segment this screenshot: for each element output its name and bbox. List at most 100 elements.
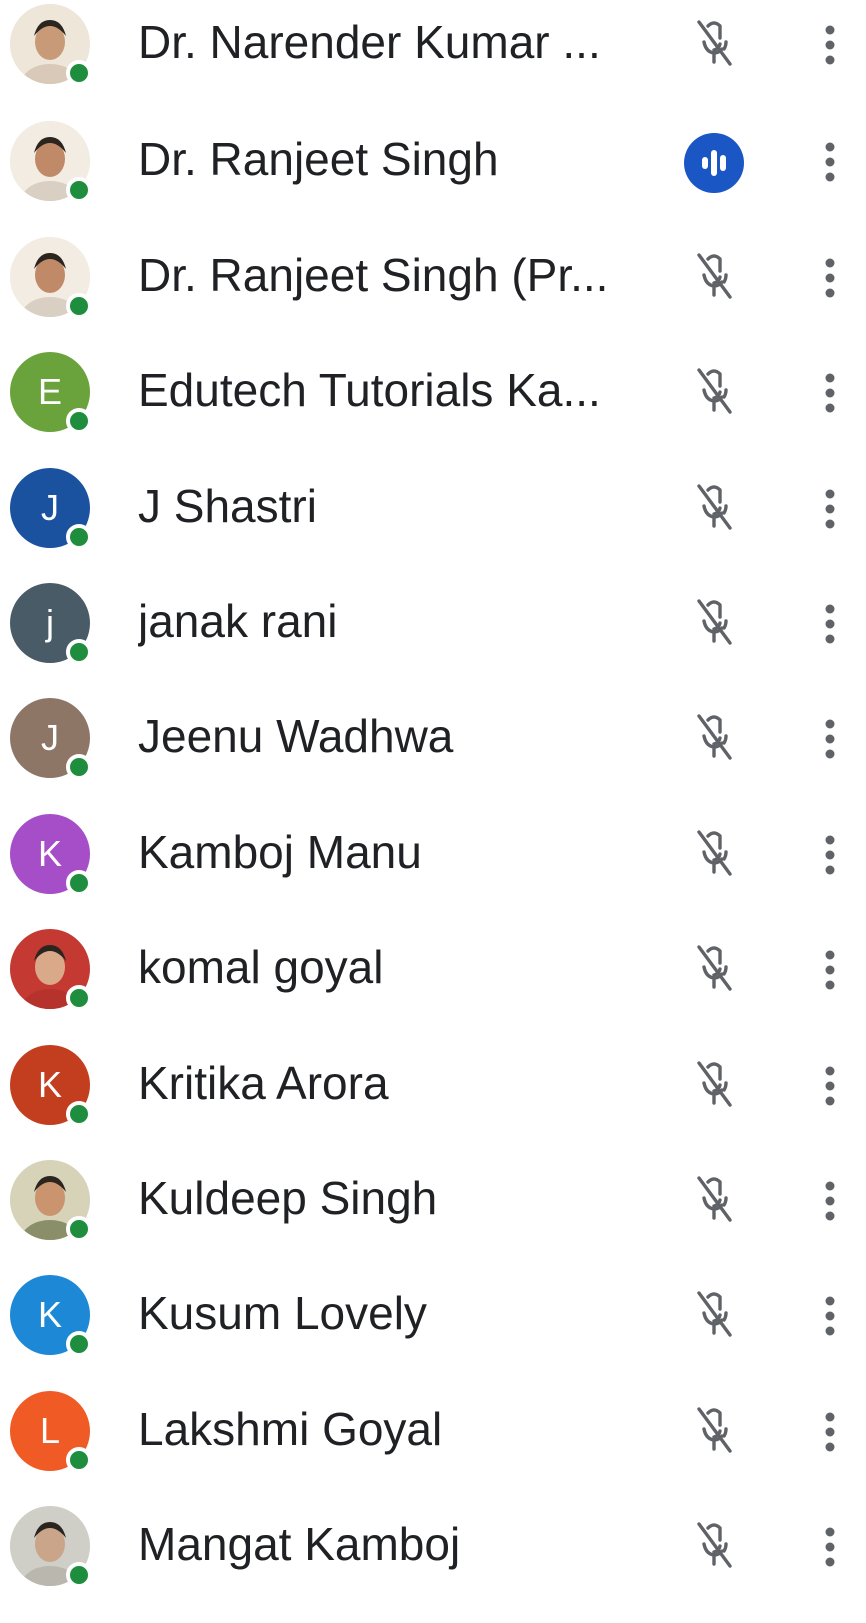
more-vert-icon: [810, 1296, 850, 1345]
more-vert-icon: [810, 1412, 850, 1461]
mic-off-icon: [690, 943, 738, 995]
avatar-initial: j: [46, 602, 54, 643]
avatar-container: J: [10, 698, 92, 780]
online-status-dot: [66, 60, 92, 86]
online-status-dot: [66, 1216, 92, 1242]
participant-row-ranjeet-2[interactable]: Dr. Ranjeet Singh (Pr...: [0, 233, 866, 351]
participant-name: Mangat Kamboj: [138, 1518, 461, 1570]
more-vert-icon: [810, 258, 850, 307]
online-status-dot: [66, 985, 92, 1011]
participant-name: janak rani: [138, 595, 338, 647]
avatar-container: J: [10, 468, 92, 550]
more-options-button[interactable]: [810, 830, 850, 880]
speaking-indicator-icon: [684, 133, 744, 193]
more-options-button[interactable]: [810, 137, 850, 187]
more-options-button[interactable]: [810, 714, 850, 764]
mic-off-icon: [690, 366, 738, 418]
participant-row-kritika[interactable]: K Kritika Arora: [0, 1041, 866, 1159]
avatar-initial: K: [37, 1294, 62, 1335]
online-status-dot: [66, 524, 92, 550]
more-options-button[interactable]: [810, 253, 850, 303]
avatar-container: [10, 4, 92, 86]
avatar-container: [10, 121, 92, 203]
more-options-button[interactable]: [810, 1291, 850, 1341]
more-vert-icon: [810, 719, 850, 768]
more-vert-icon: [810, 142, 850, 191]
mic-off-icon: [690, 251, 738, 303]
participant-name: J Shastri: [138, 480, 317, 532]
participant-list: Dr. Narender Kumar ... Dr. Ranjeet Singh D…: [0, 0, 866, 1623]
online-status-dot: [66, 177, 92, 203]
avatar-initial: J: [41, 487, 59, 528]
more-options-button[interactable]: [810, 484, 850, 534]
more-options-button[interactable]: [810, 20, 850, 70]
more-options-button[interactable]: [810, 1522, 850, 1572]
more-options-button[interactable]: [810, 599, 850, 649]
more-vert-icon: [810, 1066, 850, 1115]
participant-name: Kritika Arora: [138, 1057, 389, 1109]
more-vert-icon: [810, 950, 850, 999]
mic-off-icon: [690, 597, 738, 649]
participant-row-janak[interactable]: j janak rani: [0, 579, 866, 697]
mic-off-icon: [690, 1289, 738, 1341]
more-vert-icon: [810, 1181, 850, 1230]
mic-off-icon: [690, 1059, 738, 1111]
participant-row-jeenu[interactable]: J Jeenu Wadhwa: [0, 694, 866, 812]
participant-row-kamboj-manu[interactable]: K Kamboj Manu: [0, 810, 866, 928]
more-vert-icon: [810, 489, 850, 538]
avatar-container: j: [10, 583, 92, 665]
participant-name: komal goyal: [138, 941, 384, 993]
more-vert-icon: [810, 604, 850, 653]
more-vert-icon: [810, 373, 850, 422]
avatar-initial: J: [41, 717, 59, 758]
participant-name: Kusum Lovely: [138, 1287, 427, 1339]
participant-row-komal[interactable]: komal goyal: [0, 925, 866, 1043]
participant-row-lakshmi[interactable]: L Lakshmi Goyal: [0, 1387, 866, 1505]
avatar-initial: K: [37, 1064, 62, 1105]
participant-row-edutech[interactable]: E Edutech Tutorials Ka...: [0, 348, 866, 466]
participant-row-shastri[interactable]: J J Shastri: [0, 464, 866, 582]
avatar-container: K: [10, 1275, 92, 1357]
more-options-button[interactable]: [810, 945, 850, 995]
mic-off-icon: [690, 1405, 738, 1457]
more-vert-icon: [810, 1527, 850, 1576]
avatar-initial: E: [37, 371, 62, 412]
avatar-container: K: [10, 1045, 92, 1127]
avatar-container: [10, 929, 92, 1011]
online-status-dot: [66, 408, 92, 434]
avatar-container: L: [10, 1391, 92, 1473]
online-status-dot: [66, 1331, 92, 1357]
mic-off-icon: [690, 1520, 738, 1572]
mic-off-icon: [690, 482, 738, 534]
participant-name: Dr. Ranjeet Singh (Pr...: [138, 249, 609, 301]
avatar-container: K: [10, 814, 92, 896]
online-status-dot: [66, 1101, 92, 1127]
avatar-container: [10, 1506, 92, 1588]
mic-off-icon: [690, 1174, 738, 1226]
participant-row-ranjeet-1[interactable]: Dr. Ranjeet Singh: [0, 117, 866, 235]
participant-name: Kamboj Manu: [138, 826, 422, 878]
more-options-button[interactable]: [810, 1176, 850, 1226]
participant-name: Edutech Tutorials Ka...: [138, 364, 601, 416]
more-vert-icon: [810, 25, 850, 74]
participant-row-mangat[interactable]: Mangat Kamboj: [0, 1502, 866, 1620]
more-options-button[interactable]: [810, 368, 850, 418]
online-status-dot: [66, 293, 92, 319]
avatar-container: E: [10, 352, 92, 434]
avatar-container: [10, 1160, 92, 1242]
more-vert-icon: [810, 835, 850, 884]
participant-name: Jeenu Wadhwa: [138, 710, 454, 762]
more-options-button[interactable]: [810, 1061, 850, 1111]
participant-row-kuldeep[interactable]: Kuldeep Singh: [0, 1156, 866, 1274]
online-status-dot: [66, 1562, 92, 1588]
online-status-dot: [66, 754, 92, 780]
more-options-button[interactable]: [810, 1407, 850, 1457]
participant-name: Dr. Narender Kumar ...: [138, 16, 601, 68]
online-status-dot: [66, 1447, 92, 1473]
mic-off-icon: [690, 712, 738, 764]
mic-off-icon: [690, 18, 738, 70]
participant-row-kusum[interactable]: K Kusum Lovely: [0, 1271, 866, 1389]
avatar-initial: L: [39, 1410, 61, 1451]
participant-row-narender[interactable]: Dr. Narender Kumar ...: [0, 0, 866, 118]
online-status-dot: [66, 870, 92, 896]
